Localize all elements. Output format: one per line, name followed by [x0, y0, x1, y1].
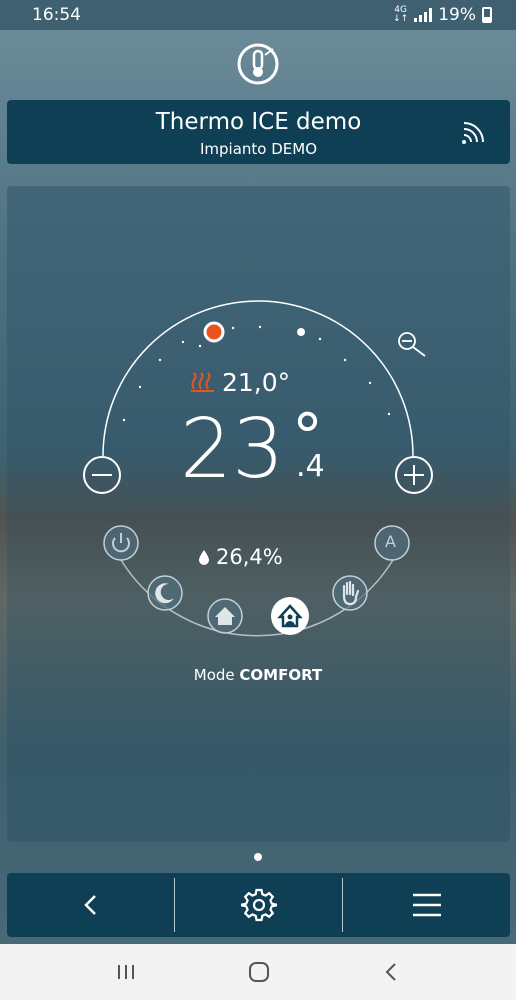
humidity-value: 26,4%	[216, 545, 283, 569]
setpoint-display: 21,0°	[190, 367, 310, 397]
mode-comfort-button[interactable]	[271, 597, 309, 635]
chevron-left-icon	[83, 895, 96, 915]
back-button[interactable]	[7, 873, 174, 937]
recent-apps-icon[interactable]	[116, 963, 136, 981]
humidity-display: 26,4%	[198, 542, 318, 572]
temperature-decimal: .4	[296, 449, 325, 484]
mode-label: Mode COMFORT	[193, 666, 323, 684]
bottom-toolbar	[7, 873, 510, 937]
page-indicator-dot	[254, 853, 262, 861]
temperature-integer: 23	[180, 402, 285, 497]
mode-home-button[interactable]	[207, 598, 243, 634]
gear-icon	[240, 888, 277, 922]
zoom-out-icon[interactable]	[398, 332, 426, 357]
heating-icon	[191, 372, 214, 392]
mode-off-button[interactable]	[103, 525, 139, 561]
settings-button[interactable]	[175, 873, 342, 937]
increase-button[interactable]	[395, 456, 433, 494]
mode-auto-label: A	[385, 532, 396, 551]
mode-value: COMFORT	[239, 666, 323, 684]
home-icon[interactable]	[247, 960, 271, 984]
mode-manual-button[interactable]	[332, 575, 368, 611]
system-nav-bar	[0, 944, 516, 1000]
thermostat-dial	[83, 300, 433, 637]
hamburger-menu-icon	[412, 893, 441, 917]
droplet-icon	[199, 550, 209, 565]
setpoint-value: 21,0°	[222, 367, 291, 397]
setpoint-handle[interactable]	[203, 321, 225, 343]
current-temperature: 23 ° .4	[180, 400, 360, 497]
menu-button[interactable]	[343, 873, 510, 937]
system-back-icon[interactable]	[382, 961, 400, 983]
mode-night-button[interactable]	[147, 575, 183, 611]
decrease-button[interactable]	[83, 456, 121, 494]
current-temp-marker	[297, 328, 305, 336]
